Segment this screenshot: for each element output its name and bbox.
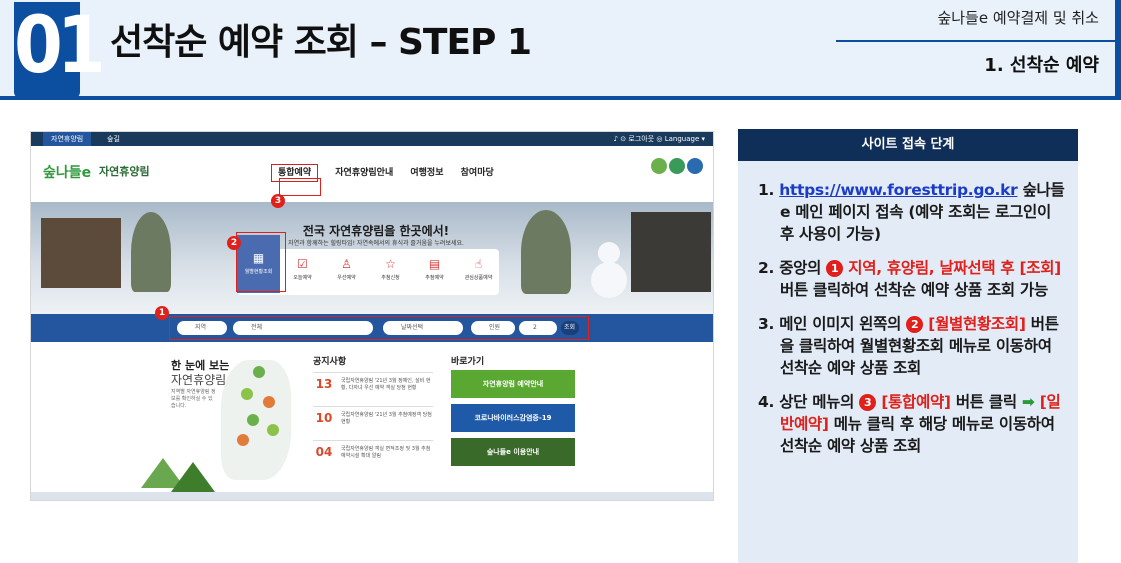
tree-shape — [521, 210, 571, 294]
mountain-shape — [171, 462, 215, 492]
notice-item[interactable]: 10 국립자연휴양림 '21년 3월 추첨예정객 당첨 현황 — [313, 406, 433, 425]
site-logo[interactable]: 숲나들e — [43, 162, 91, 182]
marker-3: 3 — [271, 194, 285, 208]
search-circle-icon[interactable] — [651, 158, 667, 174]
menu-circle-icon[interactable] — [687, 158, 703, 174]
step-item: 4. 상단 메뉴의 3 [통합예약] 버튼 클릭 ➡ [일반예약] 메뉴 클릭 … — [758, 393, 1061, 455]
cabin-image — [41, 218, 121, 288]
highlight-box-3 — [279, 178, 321, 196]
menu-community[interactable]: 참여마당 — [461, 168, 494, 178]
tab-trail[interactable]: 숲길 — [107, 132, 120, 146]
panel-heading: 사이트 접속 단계 — [738, 129, 1078, 161]
check-icon: ☑ — [297, 257, 308, 271]
header-bottom-bar — [0, 96, 1121, 100]
sitemap-circle-icon[interactable] — [669, 158, 685, 174]
shortcut-covid[interactable]: 코로나바이러스감염증-19 — [451, 404, 575, 432]
quick-priority[interactable]: ♙ 우선예약 — [325, 249, 368, 295]
steps-list: 1. https://www.foresttrip.go.kr 숲나들e 메인 … — [758, 179, 1068, 469]
region-dot[interactable] — [241, 388, 253, 400]
right-arrow-icon: ➡ — [1021, 393, 1035, 411]
header-divider — [836, 40, 1121, 42]
tree-shape — [131, 212, 171, 292]
shortcut-usage-guide[interactable]: 숲나들e 이용안내 — [451, 438, 575, 466]
region-dot[interactable] — [263, 396, 275, 408]
cabin-image — [631, 212, 711, 292]
calendar-icon: ▤ — [428, 257, 441, 271]
step-number-badge: 01 — [14, 1, 106, 98]
step-item: 3. 메인 이미지 왼쪽의 2 [월별현황조회] 버튼을 클릭하여 월별현황조회… — [758, 315, 1059, 377]
notice-item[interactable]: 04 국립자연휴양림 객실 면적조정 및 3월 추첨예약시설 확대 알림 — [313, 440, 433, 459]
shortcut-forest-guide[interactable]: 자연휴양림 예약안내 — [451, 370, 575, 398]
slide-header: 01 선착순 예약 조회 – STEP 1 숲나들e 예약결제 및 취소 1. … — [0, 0, 1121, 100]
region-dot[interactable] — [237, 434, 249, 446]
notice-item[interactable]: 13 국립자연휴양림 '21년 3월 정예인, 설비 현황, 다자녀 우선 예약 … — [313, 372, 433, 391]
marker-1: 1 — [155, 306, 169, 320]
star-icon: ☆ — [385, 257, 396, 271]
highlight-box-1 — [169, 316, 589, 340]
highlight-text: 지역, 휴양림, 날짜선택 후 [조회] — [848, 259, 1061, 277]
region-dot[interactable] — [247, 414, 259, 426]
tab-forest[interactable]: 자연휴양림 — [43, 132, 92, 146]
step-item: 2. 중앙의 1 지역, 휴양림, 날짜선택 후 [조회] 버튼 클릭하여 선착… — [758, 259, 1061, 299]
region-dot[interactable] — [267, 424, 279, 436]
step-item: 1. https://www.foresttrip.go.kr 숲나들e 메인 … — [758, 181, 1065, 243]
circle-number: 3 — [859, 394, 877, 411]
site-footer-strip — [31, 492, 713, 500]
site-logo-sub: 자연휴양림 — [99, 165, 150, 178]
marker-2: 2 — [227, 236, 241, 250]
quick-today[interactable]: ☑ 오늘예약 — [281, 249, 324, 295]
region-dot[interactable] — [253, 366, 265, 378]
highlight-text: [월별현황조회] — [928, 315, 1026, 333]
notice-title: 공지사항 — [313, 357, 347, 367]
topbar-utility[interactable]: ♪ ⊙ 로그아웃 ◎ Language ▾ — [614, 132, 705, 146]
shortcut-title: 바로가기 — [451, 357, 485, 367]
site-topbar: 자연휴양림 숲길 ♪ ⊙ 로그아웃 ◎ Language ▾ — [31, 132, 713, 146]
step-number: 01 — [14, 1, 106, 91]
user-icon: ♙ — [341, 257, 352, 271]
circle-number: 1 — [826, 260, 844, 277]
steps-panel: 사이트 접속 단계 1. https://www.foresttrip.go.k… — [738, 129, 1078, 563]
map-description: 지역별 자연휴양림 정보를 확인하실 수 있습니다. — [171, 389, 216, 409]
category-label: 숲나들e 예약결제 및 취소 — [937, 9, 1099, 27]
site-link[interactable]: https://www.foresttrip.go.kr — [779, 181, 1018, 199]
quick-favorite[interactable]: ☝ 관심상품예약 — [457, 249, 500, 295]
quick-lottery-booking[interactable]: ▤ 추첨예약 — [413, 249, 456, 295]
hand-icon: ☝ — [474, 257, 483, 271]
highlight-text: [통합예약] — [881, 393, 951, 411]
menu-travel-info[interactable]: 여행정보 — [410, 168, 443, 178]
circle-number: 2 — [906, 316, 924, 333]
website-screenshot: 자연휴양림 숲길 ♪ ⊙ 로그아웃 ◎ Language ▾ 숲나들e 자연휴양… — [30, 131, 714, 501]
map-title-2: 자연휴양림 — [171, 373, 227, 387]
section-subtitle: 1. 선착순 예약 — [984, 55, 1099, 76]
main-menu: 통합예약 자연휴양림안내 여행정보 참여마당 — [271, 164, 508, 182]
highlight-box-2 — [236, 232, 286, 292]
menu-forest-info[interactable]: 자연휴양림안내 — [335, 168, 393, 178]
slide-title: 선착순 예약 조회 – STEP 1 — [110, 22, 532, 63]
quick-lottery-apply[interactable]: ☆ 추첨신청 — [369, 249, 412, 295]
header-side-bar — [1115, 0, 1121, 100]
